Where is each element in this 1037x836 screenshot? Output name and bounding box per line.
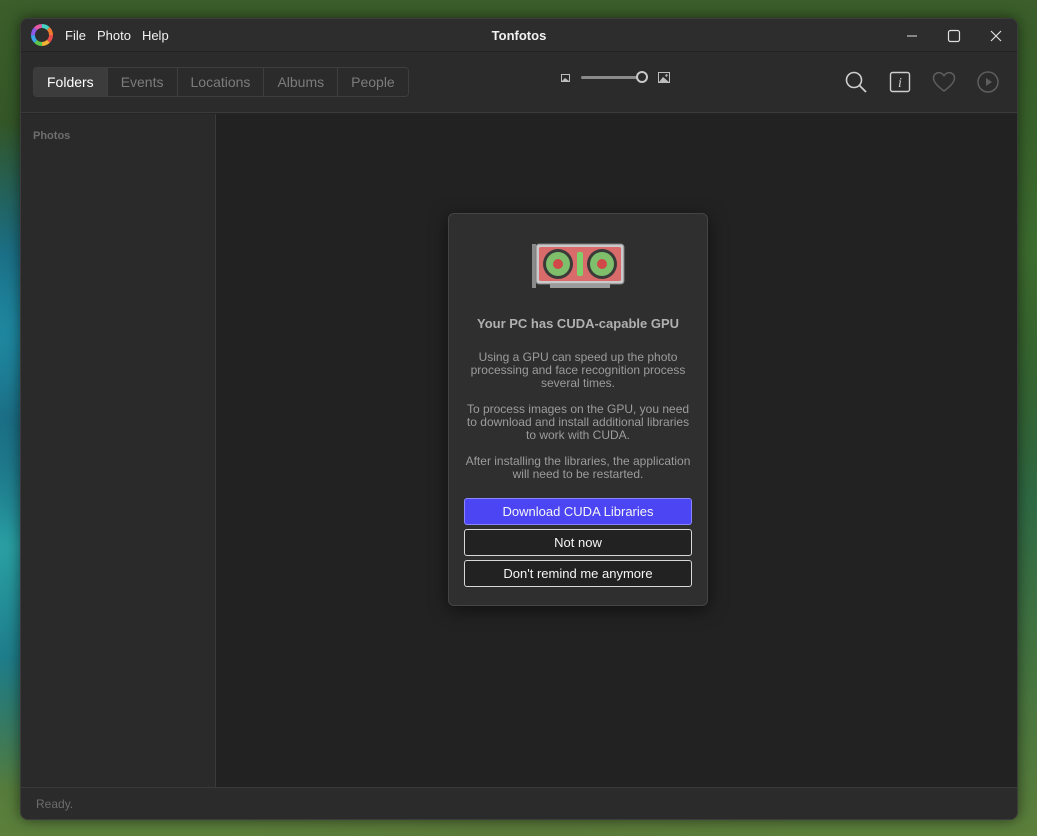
dialog-paragraph-speed: Using a GPU can speed up the photo proce… [470,350,686,390]
toolbar: Folders Events Locations Albums People i [21,52,1017,113]
app-logo-icon [31,24,53,46]
gpu-card-icon [532,243,625,288]
cuda-dialog: Your PC has CUDA-capable GPU Using a GPU… [448,213,708,606]
tab-folders[interactable]: Folders [34,68,108,96]
dialog-title: Your PC has CUDA-capable GPU [476,316,680,331]
app-window: File Photo Help Tonfotos Folders Events … [20,18,1018,820]
status-text: Ready. [36,796,74,811]
info-button[interactable]: i [887,69,913,95]
tab-events[interactable]: Events [107,68,178,96]
slider-thumb[interactable] [635,71,648,83]
minimize-icon [907,35,917,36]
slideshow-button[interactable] [975,69,1001,95]
thumbnail-size-control [561,71,670,83]
tab-albums[interactable]: Albums [264,68,339,96]
sidebar-heading-photos: Photos [33,130,71,142]
download-cuda-button[interactable]: Download CUDA Libraries [464,498,692,525]
svg-text:i: i [898,76,902,91]
favorite-button[interactable] [931,69,957,95]
close-button[interactable] [975,19,1017,52]
large-image-icon[interactable] [658,72,670,83]
sidebar: Photos [21,114,216,787]
search-button[interactable] [843,69,869,95]
status-bar: Ready. [21,787,1017,819]
menu-photo[interactable]: Photo [97,28,131,43]
heart-icon [932,71,956,92]
thumbnail-size-slider[interactable] [581,71,648,83]
menu-help[interactable]: Help [142,28,169,43]
title-bar: File Photo Help Tonfotos [21,19,1017,52]
menu-bar: File Photo Help [65,28,169,43]
tab-people[interactable]: People [338,68,408,96]
minimize-button[interactable] [891,19,933,52]
search-icon [845,71,867,93]
play-icon [977,71,999,93]
close-icon [990,30,1002,41]
window-title: Tonfotos [491,27,547,43]
dont-remind-button[interactable]: Don't remind me anymore [464,560,692,587]
toolbar-actions: i [843,69,1001,95]
maximize-icon [947,29,961,42]
tab-locations[interactable]: Locations [177,68,265,96]
window-controls [891,19,1017,52]
info-icon: i [889,71,911,93]
small-image-icon[interactable] [561,73,570,82]
photo-grid-area: Your PC has CUDA-capable GPU Using a GPU… [216,114,1017,787]
not-now-button[interactable]: Not now [464,529,692,556]
view-tabs: Folders Events Locations Albums People [33,67,409,97]
dialog-paragraph-restart: After installing the libraries, the appl… [465,454,691,481]
content-area: Photos Your PC has CUDA-capable GPU Usin… [21,114,1017,787]
maximize-button[interactable] [933,19,975,52]
dialog-paragraph-download: To process images on the GPU, you need t… [466,402,690,442]
menu-file[interactable]: File [65,28,86,43]
